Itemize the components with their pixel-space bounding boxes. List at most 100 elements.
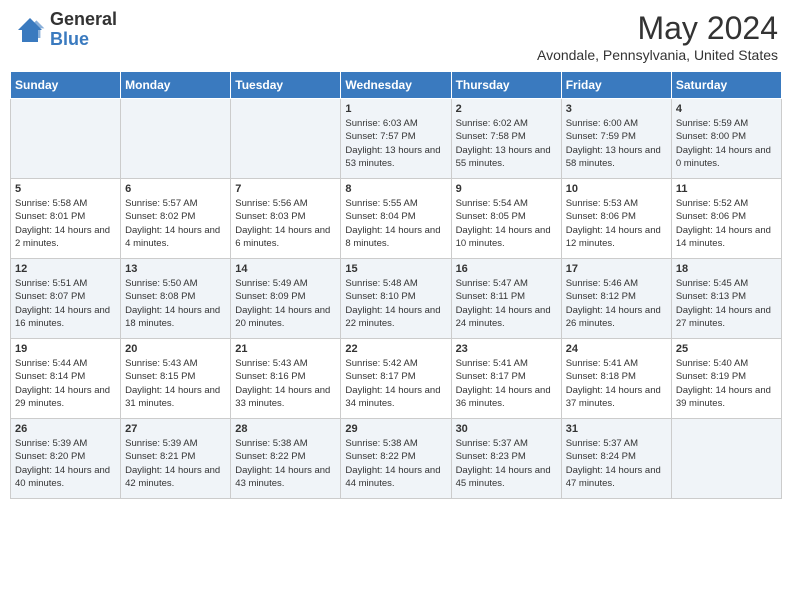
logo: General Blue xyxy=(14,10,117,50)
day-number: 19 xyxy=(15,343,116,355)
calendar-week-row: 26 Sunrise: 5:39 AM Sunset: 8:20 PM Dayli… xyxy=(11,419,782,499)
day-number: 8 xyxy=(345,183,446,195)
day-number: 18 xyxy=(676,263,777,275)
day-info: Sunrise: 5:37 AM Sunset: 8:24 PM Dayligh… xyxy=(566,437,667,490)
calendar-cell: 15 Sunrise: 5:48 AM Sunset: 8:10 PM Dayli… xyxy=(341,259,451,339)
calendar-cell: 19 Sunrise: 5:44 AM Sunset: 8:14 PM Dayli… xyxy=(11,339,121,419)
calendar-week-row: 19 Sunrise: 5:44 AM Sunset: 8:14 PM Dayli… xyxy=(11,339,782,419)
day-number: 10 xyxy=(566,183,667,195)
day-of-week-header: Thursday xyxy=(451,72,561,99)
day-number: 6 xyxy=(125,183,226,195)
day-number: 9 xyxy=(456,183,557,195)
calendar-cell: 3 Sunrise: 6:00 AM Sunset: 7:59 PM Daylig… xyxy=(561,99,671,179)
calendar-cell: 26 Sunrise: 5:39 AM Sunset: 8:20 PM Dayli… xyxy=(11,419,121,499)
header-row: SundayMondayTuesdayWednesdayThursdayFrid… xyxy=(11,72,782,99)
day-of-week-header: Wednesday xyxy=(341,72,451,99)
day-number: 27 xyxy=(125,423,226,435)
calendar-cell: 13 Sunrise: 5:50 AM Sunset: 8:08 PM Dayli… xyxy=(121,259,231,339)
calendar-week-row: 5Sunrise: 5:58 AM Sunset: 8:01 PM Daylig… xyxy=(11,179,782,259)
day-of-week-header: Monday xyxy=(121,72,231,99)
day-info: Sunrise: 5:59 AM Sunset: 8:00 PM Dayligh… xyxy=(676,117,777,170)
day-info: Sunrise: 5:43 AM Sunset: 8:15 PM Dayligh… xyxy=(125,357,226,410)
day-number: 4 xyxy=(676,103,777,115)
calendar-cell: 16 Sunrise: 5:47 AM Sunset: 8:11 PM Dayli… xyxy=(451,259,561,339)
calendar-cell: 7Sunrise: 5:56 AM Sunset: 8:03 PM Daylig… xyxy=(231,179,341,259)
calendar-cell xyxy=(231,99,341,179)
day-info: Sunrise: 5:41 AM Sunset: 8:18 PM Dayligh… xyxy=(566,357,667,410)
day-number: 24 xyxy=(566,343,667,355)
day-info: Sunrise: 5:40 AM Sunset: 8:19 PM Dayligh… xyxy=(676,357,777,410)
day-number: 12 xyxy=(15,263,116,275)
day-info: Sunrise: 5:37 AM Sunset: 8:23 PM Dayligh… xyxy=(456,437,557,490)
calendar-cell xyxy=(671,419,781,499)
calendar-week-row: 1Sunrise: 6:03 AM Sunset: 7:57 PM Daylig… xyxy=(11,99,782,179)
day-number: 5 xyxy=(15,183,116,195)
calendar-cell: 21 Sunrise: 5:43 AM Sunset: 8:16 PM Dayli… xyxy=(231,339,341,419)
calendar-cell: 22Sunrise: 5:42 AM Sunset: 8:17 PM Dayli… xyxy=(341,339,451,419)
day-number: 2 xyxy=(456,103,557,115)
calendar-cell: 28Sunrise: 5:38 AM Sunset: 8:22 PM Dayli… xyxy=(231,419,341,499)
day-number: 28 xyxy=(235,423,336,435)
calendar-cell: 11 Sunrise: 5:52 AM Sunset: 8:06 PM Dayli… xyxy=(671,179,781,259)
calendar-cell: 18 Sunrise: 5:45 AM Sunset: 8:13 PM Dayli… xyxy=(671,259,781,339)
day-info: Sunrise: 5:39 AM Sunset: 8:20 PM Dayligh… xyxy=(15,437,116,490)
day-info: Sunrise: 5:53 AM Sunset: 8:06 PM Dayligh… xyxy=(566,197,667,250)
day-number: 16 xyxy=(456,263,557,275)
day-number: 17 xyxy=(566,263,667,275)
logo-general: General xyxy=(50,10,117,30)
day-number: 3 xyxy=(566,103,667,115)
calendar-cell: 9 Sunrise: 5:54 AM Sunset: 8:05 PM Daylig… xyxy=(451,179,561,259)
calendar-cell: 24 Sunrise: 5:41 AM Sunset: 8:18 PM Dayli… xyxy=(561,339,671,419)
day-info: Sunrise: 5:49 AM Sunset: 8:09 PM Dayligh… xyxy=(235,277,336,330)
day-info: Sunrise: 5:56 AM Sunset: 8:03 PM Dayligh… xyxy=(235,197,336,250)
page-header: General Blue May 2024 Avondale, Pennsylv… xyxy=(10,10,782,63)
location: Avondale, Pennsylvania, United States xyxy=(537,47,778,63)
day-number: 14 xyxy=(235,263,336,275)
day-info: Sunrise: 5:54 AM Sunset: 8:05 PM Dayligh… xyxy=(456,197,557,250)
day-info: Sunrise: 6:00 AM Sunset: 7:59 PM Dayligh… xyxy=(566,117,667,170)
logo-text: General Blue xyxy=(50,10,117,50)
day-of-week-header: Sunday xyxy=(11,72,121,99)
day-number: 26 xyxy=(15,423,116,435)
calendar-cell xyxy=(11,99,121,179)
day-number: 31 xyxy=(566,423,667,435)
calendar-cell: 23Sunrise: 5:41 AM Sunset: 8:17 PM Dayli… xyxy=(451,339,561,419)
calendar-cell: 27 Sunrise: 5:39 AM Sunset: 8:21 PM Dayli… xyxy=(121,419,231,499)
calendar-cell: 17 Sunrise: 5:46 AM Sunset: 8:12 PM Dayli… xyxy=(561,259,671,339)
day-info: Sunrise: 5:47 AM Sunset: 8:11 PM Dayligh… xyxy=(456,277,557,330)
calendar-cell: 20 Sunrise: 5:43 AM Sunset: 8:15 PM Dayli… xyxy=(121,339,231,419)
calendar-cell: 8 Sunrise: 5:55 AM Sunset: 8:04 PM Daylig… xyxy=(341,179,451,259)
day-info: Sunrise: 5:57 AM Sunset: 8:02 PM Dayligh… xyxy=(125,197,226,250)
day-number: 20 xyxy=(125,343,226,355)
calendar-cell: 30 Sunrise: 5:37 AM Sunset: 8:23 PM Dayli… xyxy=(451,419,561,499)
calendar-cell: 6 Sunrise: 5:57 AM Sunset: 8:02 PM Daylig… xyxy=(121,179,231,259)
day-number: 21 xyxy=(235,343,336,355)
day-number: 30 xyxy=(456,423,557,435)
calendar-cell: 12Sunrise: 5:51 AM Sunset: 8:07 PM Dayli… xyxy=(11,259,121,339)
day-number: 11 xyxy=(676,183,777,195)
day-info: Sunrise: 5:41 AM Sunset: 8:17 PM Dayligh… xyxy=(456,357,557,410)
day-number: 1 xyxy=(345,103,446,115)
day-of-week-header: Saturday xyxy=(671,72,781,99)
calendar-cell: 31 Sunrise: 5:37 AM Sunset: 8:24 PM Dayli… xyxy=(561,419,671,499)
day-info: Sunrise: 5:52 AM Sunset: 8:06 PM Dayligh… xyxy=(676,197,777,250)
day-info: Sunrise: 5:50 AM Sunset: 8:08 PM Dayligh… xyxy=(125,277,226,330)
calendar-cell: 29 Sunrise: 5:38 AM Sunset: 8:22 PM Dayli… xyxy=(341,419,451,499)
calendar-cell: 1Sunrise: 6:03 AM Sunset: 7:57 PM Daylig… xyxy=(341,99,451,179)
day-info: Sunrise: 5:55 AM Sunset: 8:04 PM Dayligh… xyxy=(345,197,446,250)
calendar-cell: 2Sunrise: 6:02 AM Sunset: 7:58 PM Daylig… xyxy=(451,99,561,179)
day-info: Sunrise: 5:43 AM Sunset: 8:16 PM Dayligh… xyxy=(235,357,336,410)
day-info: Sunrise: 5:45 AM Sunset: 8:13 PM Dayligh… xyxy=(676,277,777,330)
day-info: Sunrise: 5:48 AM Sunset: 8:10 PM Dayligh… xyxy=(345,277,446,330)
day-info: Sunrise: 5:39 AM Sunset: 8:21 PM Dayligh… xyxy=(125,437,226,490)
day-info: Sunrise: 5:44 AM Sunset: 8:14 PM Dayligh… xyxy=(15,357,116,410)
month-title: May 2024 xyxy=(537,10,778,47)
day-number: 25 xyxy=(676,343,777,355)
day-number: 13 xyxy=(125,263,226,275)
calendar-cell: 10 Sunrise: 5:53 AM Sunset: 8:06 PM Dayli… xyxy=(561,179,671,259)
day-info: Sunrise: 5:38 AM Sunset: 8:22 PM Dayligh… xyxy=(345,437,446,490)
day-info: Sunrise: 5:46 AM Sunset: 8:12 PM Dayligh… xyxy=(566,277,667,330)
day-number: 15 xyxy=(345,263,446,275)
day-number: 22 xyxy=(345,343,446,355)
day-number: 29 xyxy=(345,423,446,435)
